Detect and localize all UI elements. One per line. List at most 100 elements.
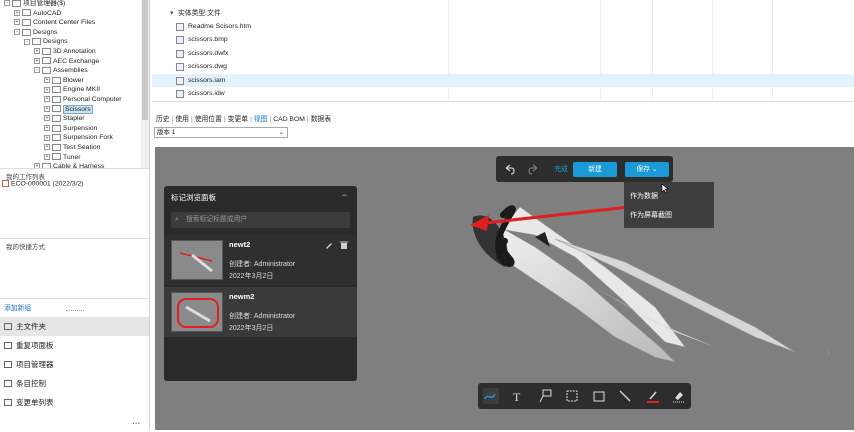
folder-icon [52,76,61,84]
edit-icon[interactable] [324,240,334,250]
scrollbar-thumb[interactable] [142,0,148,120]
cloud-tool-icon[interactable] [564,388,580,404]
expand-icon[interactable]: + [44,115,50,122]
expand-icon[interactable]: + [34,57,40,64]
done-button[interactable]: 完成 [550,162,572,177]
markup-name: newm2 [229,292,255,301]
expand-icon[interactable]: + [44,105,50,112]
expand-icon[interactable]: + [14,19,20,26]
tree-node[interactable]: + Content Center Files [14,18,95,28]
nav-item-duplicates[interactable]: 重复项面板 [0,336,149,355]
arrow-tool-icon[interactable] [617,388,633,404]
tree-node[interactable]: + Stapler [44,114,85,124]
change-order-icon [4,399,12,406]
tab[interactable]: 使用 [175,116,189,123]
save-button[interactable]: 保存 ⌄ [625,162,669,177]
tree-node[interactable]: +3D Annotation [34,47,96,57]
color-pen-icon[interactable] [645,388,661,404]
tree-node[interactable]: - Assemblies [34,66,88,76]
tree-node[interactable]: + Scissors [44,104,93,115]
tab-separator: | [171,116,174,123]
markup-name: newt2 [229,240,251,249]
tab[interactable]: 历史 [156,116,170,123]
collapse-icon[interactable]: - [4,0,10,7]
eraser-tool-icon[interactable] [671,388,687,404]
expand-icon[interactable]: + [44,86,50,93]
tab[interactable]: 数据表 [311,116,331,123]
search-icon: ⌕ [175,216,179,223]
add-group-link[interactable]: 添加新组 [4,302,31,312]
file-name: scissors.dwg [188,63,227,71]
nav-item-change-orders[interactable]: 变更单列表 [0,393,149,412]
worklist-item-label: ECO-000001 (2022/3/2) [11,180,84,188]
collapse-icon[interactable]: - [34,67,40,74]
more-button[interactable]: ... [132,416,140,427]
tree-node-label: 项目管理器($) [23,0,66,7]
expand-icon[interactable]: + [44,144,50,151]
tree-node[interactable]: + AEC Exchange [34,57,99,67]
tab-separator: | [306,116,309,123]
collapse-icon[interactable]: - [24,38,30,45]
expand-icon[interactable]: + [44,134,50,141]
tree-node-label: Assemblies [53,67,88,75]
save-as-screenshot-option[interactable]: 作为屏幕截图 [630,210,672,220]
new-button[interactable]: 新建 [573,162,617,177]
nav-item-item-master[interactable]: 条目控制 [0,374,149,393]
expand-icon[interactable]: + [44,125,50,131]
minimize-icon[interactable]: − [342,190,347,200]
tree-node[interactable]: + Engine MKII [44,85,100,95]
nav-arrow-icon[interactable]: › [827,347,830,357]
expand-icon[interactable]: + [44,96,50,103]
tree-node[interactable]: + Surpension [44,124,97,134]
file-row[interactable]: scissors.bmp [152,33,854,46]
nav-item-home[interactable]: 主文件夹 [0,317,149,336]
tree-node[interactable]: + Personal Computer [44,95,122,105]
save-as-data-option[interactable]: 作为数据 [630,191,658,201]
save-dropdown: 作为数据 作为屏幕截图 [624,182,714,228]
tree-node[interactable]: + Surpension Fork [44,133,113,143]
folder-icon [4,323,12,330]
nav-item-project-explorer[interactable]: 项目管理器 [0,355,149,374]
tab[interactable]: 视图 [254,116,268,123]
file-row[interactable]: scissors.idw [152,87,854,100]
resize-handle[interactable] [66,310,84,312]
tab-separator: | [250,116,252,123]
expand-icon[interactable]: + [34,48,40,55]
collapse-icon[interactable]: - [14,29,20,35]
markup-card[interactable]: newt2 创建者: Administrator 2022年3月2日 [164,235,357,285]
tree-node[interactable]: + Test Seation [44,143,100,153]
tree-node[interactable]: + Blower [44,76,84,86]
tab[interactable]: 变更单 [228,116,248,123]
file-row[interactable]: Readme Scisors.htm [152,20,854,33]
folder-icon [12,0,21,7]
tree-scrollbar[interactable] [141,0,149,168]
tree-node[interactable]: - Designs [24,37,68,47]
tree-node[interactable]: - Designs [14,28,58,38]
worklist-item[interactable]: ECO-000001 (2022/3/2) [2,180,84,187]
tree-node[interactable]: + AutoCAD [14,9,61,19]
delete-icon[interactable] [339,240,349,250]
file-row[interactable]: scissors.iam [152,73,854,87]
markup-card[interactable]: newm2 创建者: Administrator 2022年3月2日 [164,287,357,337]
expand-icon[interactable]: + [44,153,50,160]
text-tool-icon[interactable]: T [510,388,526,404]
tab[interactable]: CAD BOM [273,116,305,123]
file-row[interactable]: scissors.dwg [152,60,854,73]
shape-tool-icon[interactable] [591,388,607,404]
markup-search-input[interactable]: ⌕ 搜索标记标题或用户 [171,212,350,228]
file-row[interactable]: scissors.dwfx [152,47,854,60]
version-select[interactable]: 版本 1 ⌄ [154,127,288,138]
file-name: scissors.dwfx [188,49,229,57]
file-group-header[interactable]: ▾ 实体类型:文件 [152,7,854,20]
tab[interactable]: 使用位置 [195,116,222,123]
expand-icon[interactable]: + [44,77,50,83]
project-tree[interactable]: - 项目管理器($) + AutoCAD + Content Center Files - D… [0,0,149,168]
freehand-tool-icon[interactable] [483,388,499,404]
tree-node[interactable]: + Tuner [44,153,81,163]
redo-icon[interactable] [528,163,540,175]
file-name: scissors.iam [188,76,226,84]
expand-icon[interactable]: + [14,9,20,16]
tree-node-label: Scissors [63,104,93,114]
undo-icon[interactable] [503,163,515,175]
callout-tool-icon[interactable] [538,388,554,404]
